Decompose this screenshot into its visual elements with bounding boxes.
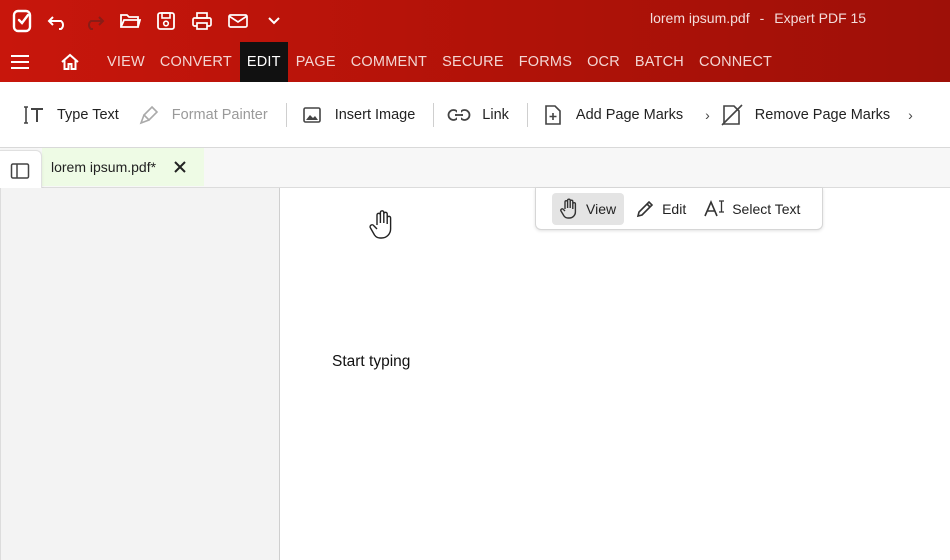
menu-page[interactable]: PAGE bbox=[289, 42, 343, 82]
chevron-right-icon[interactable]: › bbox=[908, 107, 913, 123]
mail-icon[interactable] bbox=[220, 3, 256, 39]
edit-mode-label: Edit bbox=[662, 200, 687, 217]
menu-bar: VIEW CONVERT EDIT PAGE COMMENT SECURE FO… bbox=[0, 42, 950, 82]
type-text-label: Type Text bbox=[57, 106, 119, 123]
menu-ocr[interactable]: OCR bbox=[580, 42, 627, 82]
document-text[interactable]: Start typing bbox=[332, 353, 410, 371]
select-text-mode-button[interactable]: Select Text bbox=[698, 193, 808, 225]
add-page-marks-label: Add Page Marks bbox=[575, 106, 684, 123]
save-icon[interactable] bbox=[148, 3, 184, 39]
ribbon-divider bbox=[526, 102, 528, 127]
pencil-icon bbox=[634, 198, 656, 220]
left-panel bbox=[0, 188, 280, 560]
hamburger-menu-icon[interactable] bbox=[0, 42, 40, 82]
hand-cursor-icon bbox=[368, 208, 396, 242]
app-logo[interactable] bbox=[0, 3, 40, 39]
title-app-name: Expert PDF 15 bbox=[774, 10, 867, 26]
format-painter-label: Format Painter bbox=[171, 106, 268, 123]
add-page-mark-icon bbox=[541, 103, 565, 127]
menu-secure[interactable]: SECURE bbox=[435, 42, 511, 82]
title-bar: lorem ipsum.pdf - Expert PDF 15 bbox=[0, 0, 950, 42]
format-painter-button[interactable]: Format Painter bbox=[137, 95, 276, 135]
close-icon[interactable] bbox=[170, 157, 190, 177]
type-text-icon bbox=[22, 103, 46, 127]
view-mode-button[interactable]: View bbox=[552, 192, 625, 225]
title-separator: - bbox=[759, 10, 765, 26]
document-tab[interactable]: lorem ipsum.pdf* bbox=[42, 148, 204, 186]
link-label: Link bbox=[482, 106, 509, 123]
view-mode-label: View bbox=[586, 200, 617, 217]
document-tab-label: lorem ipsum.pdf* bbox=[51, 159, 157, 175]
document-tab-bar: lorem ipsum.pdf* bbox=[0, 148, 950, 188]
redo-icon[interactable] bbox=[76, 3, 112, 39]
remove-page-marks-button[interactable]: Remove Page Marks bbox=[720, 95, 898, 135]
select-text-mode-label: Select Text bbox=[732, 200, 801, 217]
ribbon-divider bbox=[433, 102, 435, 127]
menu-view[interactable]: VIEW bbox=[100, 42, 152, 82]
select-text-icon bbox=[704, 198, 726, 220]
menu-edit[interactable]: EDIT bbox=[239, 42, 288, 82]
mode-toolbar: View Edit Select Text bbox=[535, 188, 823, 230]
menu-forms[interactable]: FORMS bbox=[512, 42, 579, 82]
add-page-marks-button[interactable]: Add Page Marks bbox=[541, 95, 691, 135]
chevron-down-icon[interactable] bbox=[256, 3, 292, 39]
insert-image-label: Insert Image bbox=[334, 106, 416, 123]
remove-page-marks-label: Remove Page Marks bbox=[754, 106, 891, 123]
insert-image-button[interactable]: Insert Image bbox=[300, 95, 424, 135]
hand-icon bbox=[558, 198, 580, 220]
window-title: lorem ipsum.pdf - Expert PDF 15 bbox=[650, 0, 866, 36]
print-icon[interactable] bbox=[184, 3, 220, 39]
image-icon bbox=[300, 103, 324, 127]
menu-connect[interactable]: CONNECT bbox=[692, 42, 779, 82]
undo-icon[interactable] bbox=[40, 3, 76, 39]
ribbon-divider bbox=[285, 102, 287, 127]
app-window: lorem ipsum.pdf - Expert PDF 15 VIEW CON… bbox=[0, 0, 950, 560]
paintbrush-icon bbox=[137, 103, 161, 127]
open-folder-icon[interactable] bbox=[112, 3, 148, 39]
type-text-button[interactable]: Type Text bbox=[22, 95, 127, 135]
edit-mode-button[interactable]: Edit bbox=[628, 193, 694, 225]
menu-batch[interactable]: BATCH bbox=[628, 42, 691, 82]
panel-toggle-icon[interactable] bbox=[0, 151, 40, 191]
ribbon-toolbar: Type Text Format Painter Insert Image Li… bbox=[0, 82, 950, 148]
link-button[interactable]: Link bbox=[447, 95, 517, 135]
menu-convert[interactable]: CONVERT bbox=[153, 42, 239, 82]
quick-access-toolbar bbox=[0, 0, 292, 42]
link-icon bbox=[447, 103, 471, 127]
menu-comment[interactable]: COMMENT bbox=[344, 42, 434, 82]
remove-page-mark-icon bbox=[720, 103, 744, 127]
title-file-name: lorem ipsum.pdf bbox=[650, 10, 750, 26]
chevron-right-icon[interactable]: › bbox=[705, 107, 710, 123]
home-icon[interactable] bbox=[40, 42, 100, 82]
document-canvas[interactable] bbox=[280, 188, 950, 560]
